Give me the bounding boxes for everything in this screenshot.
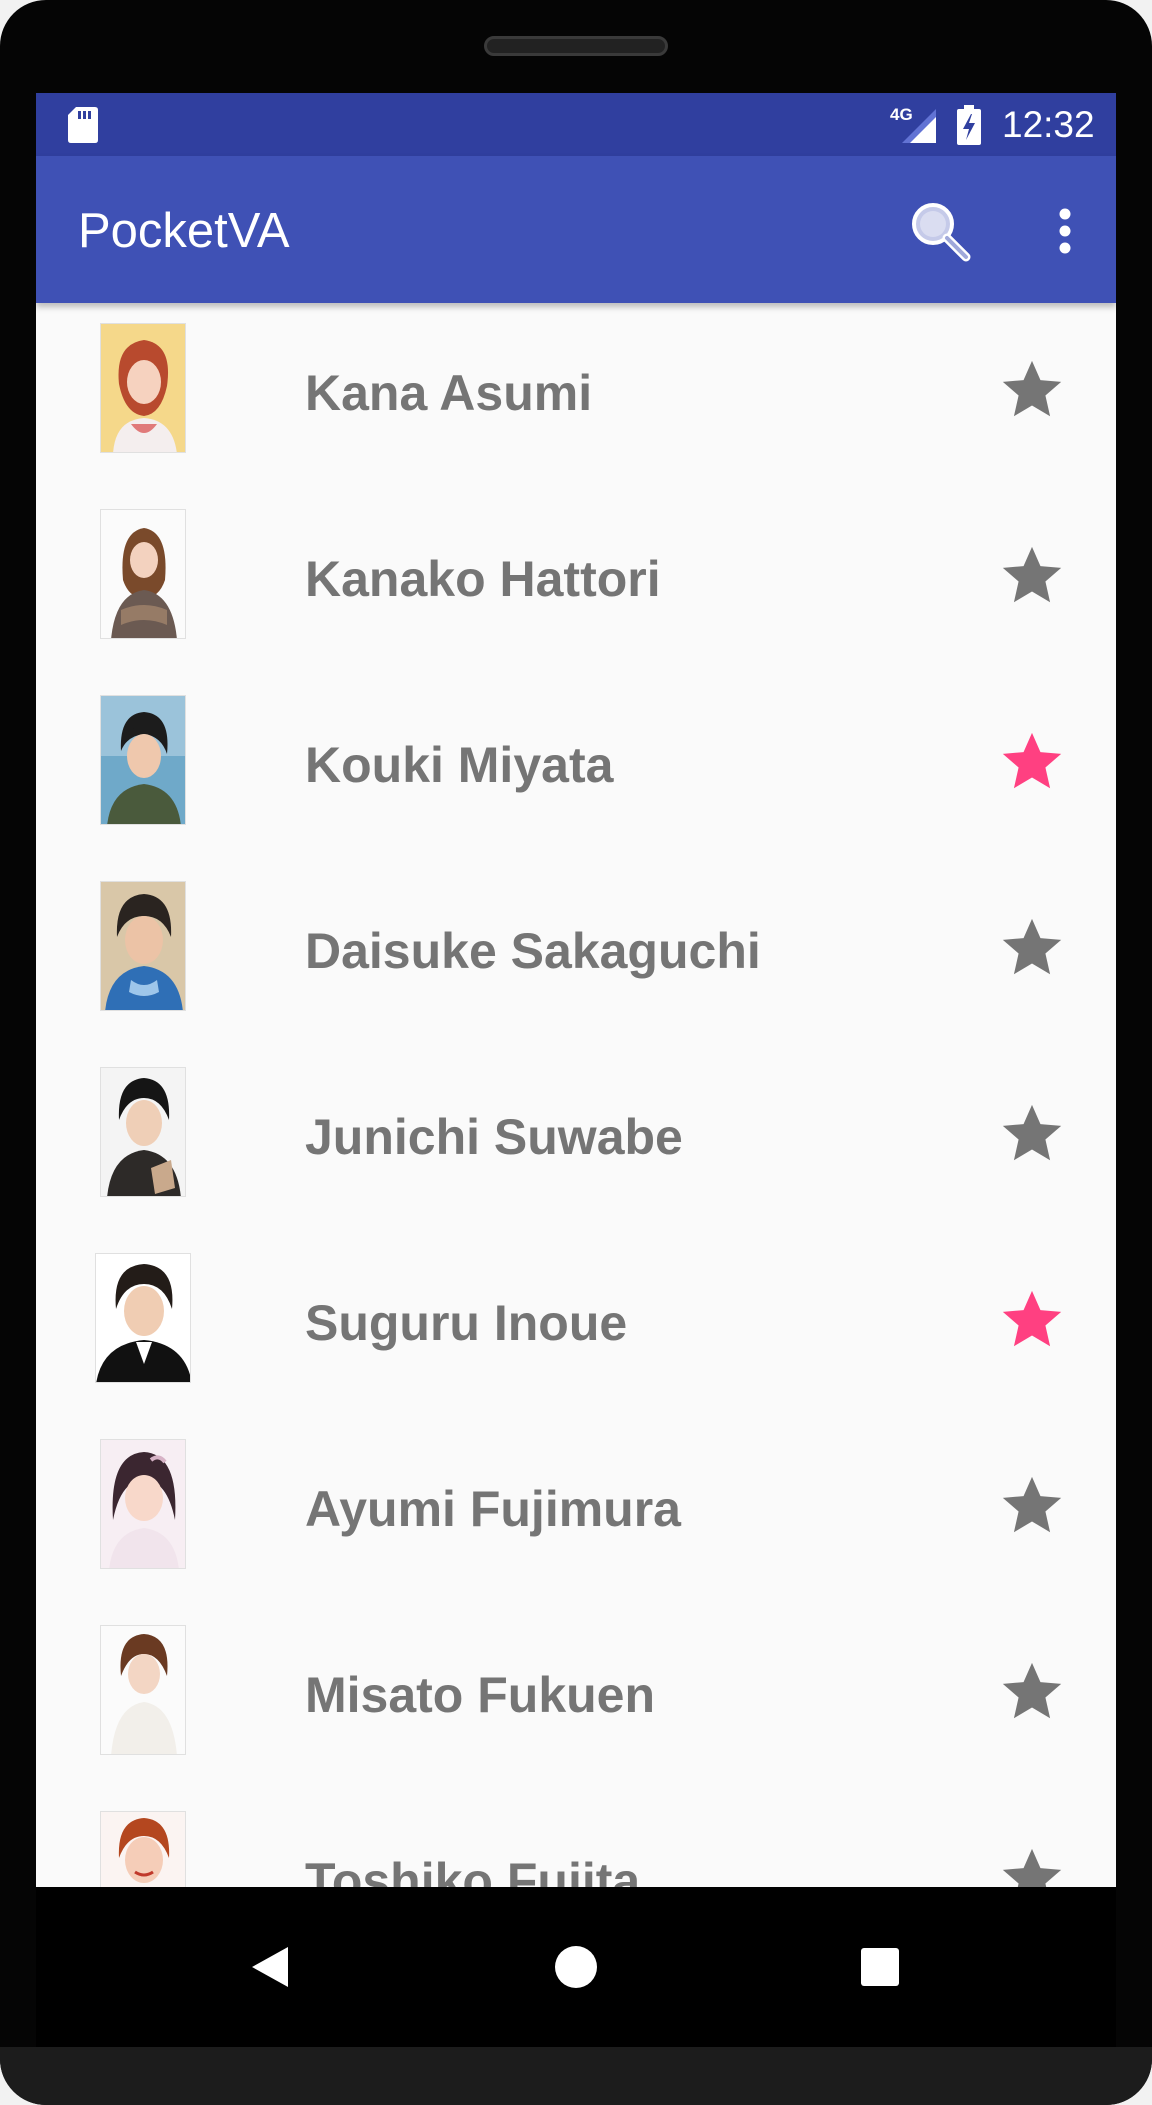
favorite-toggle[interactable] xyxy=(997,1657,1067,1727)
star-icon xyxy=(1002,360,1062,417)
avatar xyxy=(95,1253,191,1383)
avatar xyxy=(100,695,186,825)
favorite-toggle[interactable] xyxy=(997,355,1067,425)
list-item[interactable]: Kana Asumi xyxy=(36,303,1116,489)
sd-card-icon xyxy=(68,107,98,148)
earpiece-speaker xyxy=(484,36,668,56)
star-icon xyxy=(1002,918,1062,975)
actor-name: Junichi Suwabe xyxy=(305,1109,683,1165)
favorite-toggle[interactable] xyxy=(997,541,1067,611)
back-button[interactable] xyxy=(230,1927,310,2007)
status-bar: 4G 12:32 xyxy=(36,93,1116,156)
back-icon xyxy=(252,1947,288,1987)
actor-name: Kana Asumi xyxy=(305,365,593,421)
favorite-toggle[interactable] xyxy=(997,1285,1067,1355)
list-item[interactable]: Suguru Inoue xyxy=(36,1233,1116,1419)
actor-name: Toshiko Fujita xyxy=(305,1853,641,1887)
battery-charging-icon xyxy=(957,105,981,150)
home-icon xyxy=(555,1946,597,1988)
recents-icon xyxy=(861,1948,899,1986)
list-item[interactable]: Ayumi Fujimura xyxy=(36,1419,1116,1605)
recents-button[interactable] xyxy=(840,1927,920,2007)
list-item[interactable]: Junichi Suwabe xyxy=(36,1047,1116,1233)
avatar xyxy=(100,1625,186,1755)
avatar xyxy=(100,323,186,453)
search-button[interactable] xyxy=(903,194,977,268)
star-icon xyxy=(1002,1290,1062,1347)
avatar xyxy=(100,881,186,1011)
avatar xyxy=(100,1811,186,1887)
overflow-menu-button[interactable] xyxy=(1040,194,1090,268)
star-icon xyxy=(1002,1476,1062,1533)
list-item[interactable]: Toshiko Fujita xyxy=(36,1791,1116,1887)
actor-name: Kouki Miyata xyxy=(305,737,614,793)
star-icon xyxy=(1002,546,1062,603)
star-icon xyxy=(1002,1848,1062,1887)
list-item[interactable]: Daisuke Sakaguchi xyxy=(36,861,1116,1047)
list-item[interactable]: Kanako Hattori xyxy=(36,489,1116,675)
home-button[interactable] xyxy=(536,1927,616,2007)
more-vert-icon xyxy=(1059,208,1071,254)
system-navigation-bar xyxy=(36,1887,1116,2047)
actor-name: Ayumi Fujimura xyxy=(305,1481,681,1537)
actor-name: Misato Fukuen xyxy=(305,1667,656,1723)
avatar xyxy=(100,509,186,639)
app-toolbar: PocketVA xyxy=(36,156,1116,303)
avatar xyxy=(100,1067,186,1197)
device-frame: 4G 12:32 PocketVA Kana Asumi Kanako Hatt… xyxy=(0,0,1152,2105)
avatar xyxy=(100,1439,186,1569)
app-title: PocketVA xyxy=(78,204,290,258)
star-icon xyxy=(1002,732,1062,789)
star-icon xyxy=(1002,1104,1062,1161)
actor-name: Kanako Hattori xyxy=(305,551,661,607)
signal-icon xyxy=(898,109,936,148)
list-item[interactable]: Kouki Miyata xyxy=(36,675,1116,861)
favorite-toggle[interactable] xyxy=(997,1471,1067,1541)
favorite-toggle[interactable] xyxy=(997,727,1067,797)
search-icon xyxy=(912,203,971,262)
list-item[interactable]: Misato Fukuen xyxy=(36,1605,1116,1791)
favorite-toggle[interactable] xyxy=(997,1843,1067,1887)
actor-name: Daisuke Sakaguchi xyxy=(305,923,761,979)
favorite-toggle[interactable] xyxy=(997,913,1067,983)
app-screen: 4G 12:32 PocketVA Kana Asumi Kanako Hatt… xyxy=(36,93,1116,1887)
status-clock: 12:32 xyxy=(1002,104,1095,145)
voice-actor-list[interactable]: Kana Asumi Kanako Hattori Kouki Miyata D… xyxy=(36,303,1116,1887)
actor-name: Suguru Inoue xyxy=(305,1295,628,1351)
star-icon xyxy=(1002,1662,1062,1719)
device-chin xyxy=(0,2047,1152,2105)
favorite-toggle[interactable] xyxy=(997,1099,1067,1169)
